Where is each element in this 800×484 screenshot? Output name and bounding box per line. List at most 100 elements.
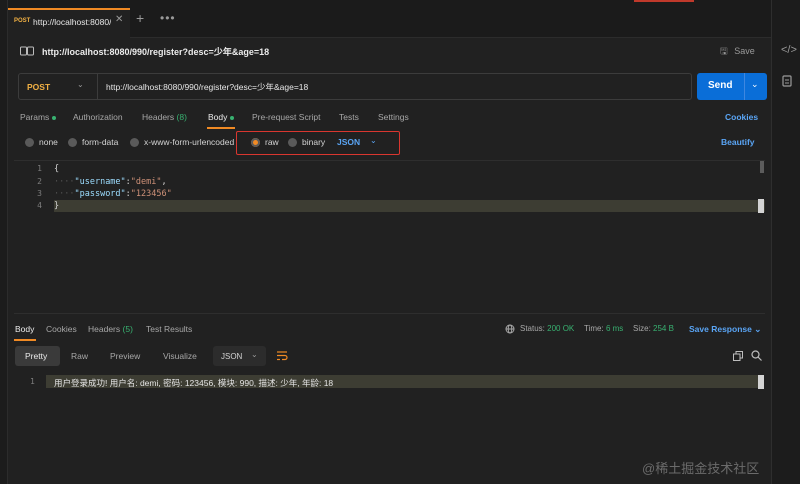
- tab-label: Headers: [142, 112, 175, 122]
- status-readout: Status: 200 OK: [520, 324, 574, 333]
- size-label: Size:: [633, 324, 651, 333]
- request-tab[interactable]: POST http://localhost:8080/ ✕: [8, 8, 130, 38]
- code-line: ····"password":"123456": [54, 189, 172, 199]
- body-type-none[interactable]: none: [25, 137, 58, 148]
- request-body-editor[interactable]: 1 2 3 4 { ····"username":"demi", ····"pa…: [14, 160, 765, 314]
- size-value: 254 B: [653, 324, 674, 333]
- option-label: x-www-form-urlencoded: [144, 137, 235, 147]
- left-sidebar-strip: [0, 0, 8, 484]
- method-select[interactable]: POST: [27, 82, 50, 92]
- save-label: Save: [734, 46, 755, 56]
- chevron-down-icon[interactable]: ⌄: [77, 80, 84, 89]
- response-format-select[interactable]: JSON ⌄: [213, 346, 266, 366]
- url-input[interactable]: http://localhost:8080/990/register?desc=…: [106, 81, 308, 93]
- request-title[interactable]: http://localhost:8080/990/register?desc=…: [42, 45, 269, 58]
- status-value: 200 OK: [547, 324, 575, 333]
- more-icon[interactable]: •••: [160, 11, 176, 25]
- text-cursor-marker: [758, 375, 764, 389]
- text-cursor-marker: [758, 199, 764, 213]
- body-type-form-data[interactable]: form-data: [68, 137, 119, 148]
- code-line: ····"username":"demi",: [54, 177, 167, 187]
- json-key: "username": [74, 177, 126, 187]
- format-pretty-button[interactable]: Pretty: [15, 346, 60, 366]
- headers-count: (5): [122, 324, 133, 334]
- tab-label: Headers: [88, 324, 121, 334]
- response-tab-test-results[interactable]: Test Results: [146, 324, 192, 334]
- code-snippet-icon[interactable]: </>: [781, 44, 797, 56]
- response-tab-headers[interactable]: Headers (5): [88, 324, 133, 334]
- http-request-icon: [20, 46, 34, 56]
- save-icon: 🖫: [720, 46, 728, 56]
- send-label: Send: [708, 80, 733, 91]
- url-bar: POST ⌄ http://localhost:8080/990/registe…: [18, 73, 692, 100]
- save-button[interactable]: 🖫 Save: [720, 44, 755, 60]
- format-visualize-button[interactable]: Visualize: [163, 351, 197, 361]
- time-value: 6 ms: [605, 324, 624, 333]
- tab-label: Body: [208, 112, 228, 122]
- time-readout: Time: 6 ms: [584, 324, 623, 333]
- chevron-down-icon[interactable]: ⌄: [751, 79, 759, 90]
- save-response-label: Save Response: [689, 324, 752, 334]
- line-number: 1: [30, 377, 35, 386]
- search-icon[interactable]: [751, 350, 762, 363]
- response-body-text: 用户登录成功! 用户名: demi, 密码: 123456, 模块: 990, …: [54, 378, 334, 388]
- code-line: }: [54, 201, 60, 211]
- active-tab-indicator: [14, 339, 36, 341]
- chevron-down-icon: ⌄: [754, 324, 762, 334]
- radio-icon: [130, 138, 139, 148]
- body-type-urlencoded[interactable]: x-www-form-urlencoded: [130, 137, 235, 148]
- option-label: none: [39, 137, 58, 147]
- active-dot-icon: [52, 115, 57, 120]
- response-tab-body[interactable]: Body: [15, 324, 34, 334]
- cookies-link[interactable]: Cookies: [725, 112, 758, 122]
- radio-icon: [68, 138, 77, 148]
- format-label: Pretty: [25, 351, 48, 361]
- tab-tests[interactable]: Tests: [339, 112, 359, 122]
- format-preview-button[interactable]: Preview: [110, 351, 140, 361]
- tab-settings[interactable]: Settings: [378, 112, 409, 122]
- chevron-down-icon: ⌄: [251, 350, 258, 359]
- divider: [744, 73, 745, 100]
- format-raw-button[interactable]: Raw: [71, 351, 88, 361]
- globe-icon: [505, 324, 515, 336]
- active-dot-icon: [230, 115, 235, 120]
- code-line: {: [54, 164, 60, 174]
- json-value: "123456": [130, 189, 172, 199]
- status-label: Status:: [520, 324, 545, 333]
- tab-body[interactable]: Body: [208, 112, 235, 122]
- current-line-highlight: [54, 200, 765, 212]
- tab-bar: POST http://localhost:8080/ ✕ + •••: [8, 0, 771, 38]
- line-number: 4: [37, 201, 42, 210]
- divider: [97, 74, 98, 99]
- highlight-box: [236, 131, 400, 155]
- copy-icon[interactable]: [733, 351, 743, 363]
- radio-icon: [25, 138, 34, 148]
- tab-prerequest-script[interactable]: Pre-request Script: [252, 112, 321, 122]
- close-icon[interactable]: ✕: [115, 14, 123, 25]
- tab-params[interactable]: Params: [20, 112, 57, 122]
- active-tab-indicator: [207, 127, 235, 129]
- tab-authorization[interactable]: Authorization: [73, 112, 123, 122]
- response-tab-cookies[interactable]: Cookies: [46, 324, 77, 334]
- info-panel-icon[interactable]: [782, 75, 792, 90]
- line-number: 3: [37, 189, 42, 198]
- send-button[interactable]: Send ⌄: [697, 73, 767, 100]
- watermark: @稀土掘金技术社区: [642, 461, 760, 476]
- window-edge-mark: [634, 0, 694, 2]
- headers-count: (8): [176, 112, 187, 122]
- save-response-button[interactable]: Save Response ⌄: [689, 324, 761, 335]
- format-label: JSON: [221, 352, 243, 361]
- tab-headers[interactable]: Headers (8): [142, 112, 187, 122]
- line-number: 2: [37, 177, 42, 186]
- option-label: form-data: [82, 137, 119, 147]
- tab-label: Params: [20, 112, 50, 122]
- wrap-lines-icon[interactable]: [276, 350, 288, 363]
- beautify-link[interactable]: Beautify: [721, 137, 755, 147]
- line-number: 1: [37, 164, 42, 173]
- editor-scrollbar[interactable]: [760, 161, 764, 173]
- new-tab-plus-icon[interactable]: +: [136, 10, 144, 26]
- json-key: "password": [74, 189, 126, 199]
- time-label: Time:: [584, 324, 604, 333]
- json-value: "demi": [130, 177, 162, 187]
- right-sidebar: </>: [771, 0, 800, 484]
